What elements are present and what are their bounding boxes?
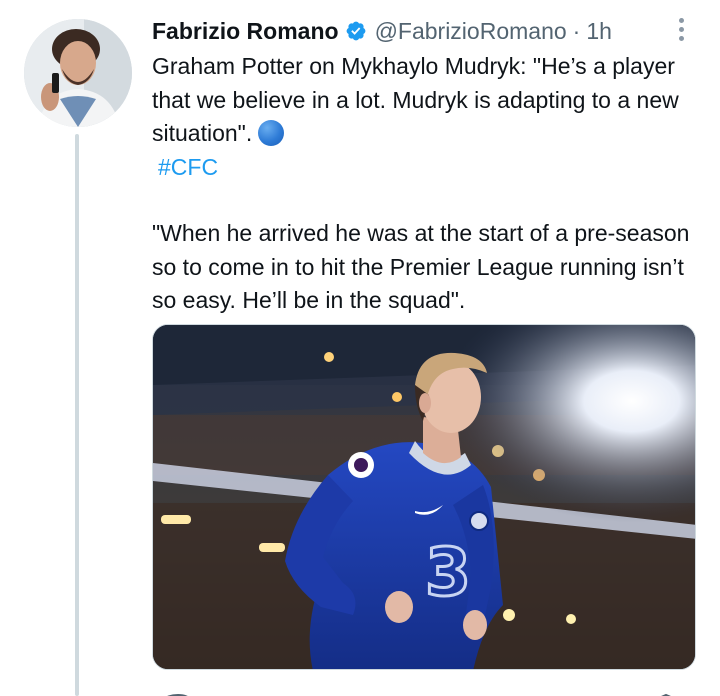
more-options-icon[interactable] — [670, 14, 692, 44]
header-separator: · — [572, 17, 581, 44]
tweet-header: Fabrizio Romano @FabrizioRomano · 1h — [152, 14, 612, 48]
tweet-text: Graham Potter on Mykhaylo Mudryk: "He’s … — [152, 50, 697, 318]
tweet-actions-peek — [152, 688, 696, 696]
shirt-sponsor-text: 3 — [425, 534, 471, 611]
verified-badge-icon — [346, 21, 365, 41]
hashtag-cfc-link[interactable]: #CFC — [158, 154, 218, 180]
football-player-photo-icon: 3 — [153, 325, 695, 669]
paragraph-1-text: Graham Potter on Mykhaylo Mudryk: "He’s … — [152, 53, 686, 146]
author-handle[interactable]: @FabrizioRomano — [375, 18, 567, 45]
author-name[interactable]: Fabrizio Romano — [152, 18, 339, 45]
tweet-paragraph-2: "When he arrived he was at the start of … — [152, 220, 696, 313]
tweet-timestamp[interactable]: 1h — [586, 18, 612, 45]
avatar-photo-icon — [24, 19, 132, 127]
tweet[interactable]: Fabrizio Romano @FabrizioRomano · 1h Gra… — [0, 0, 720, 696]
author-avatar[interactable] — [24, 19, 132, 127]
tweet-media-photo[interactable]: 3 — [152, 324, 696, 670]
tweet-paragraph-1: Graham Potter on Mykhaylo Mudryk: "He’s … — [152, 50, 697, 151]
thread-line — [75, 134, 79, 696]
blue-circle-emoji-icon — [258, 120, 285, 146]
ukraine-flag-emoji-icon — [287, 122, 317, 144]
